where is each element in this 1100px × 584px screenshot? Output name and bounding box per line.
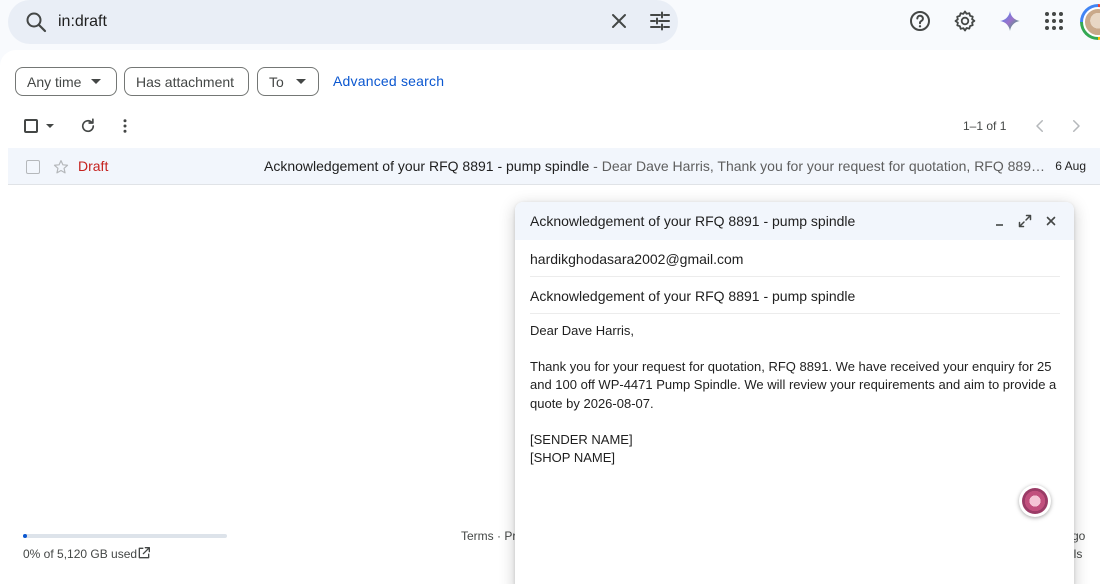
storage-bar-fill [23,534,28,538]
external-link-icon[interactable] [136,545,152,561]
row-sender: Draft [78,158,109,174]
to-label: To [269,73,284,90]
recipient-chip: hardikghodasara2002@gmail.com [530,251,744,267]
chevron-down-icon [91,79,102,84]
recipients-field[interactable]: hardikghodasara2002@gmail.com [530,240,1060,277]
row-subject: Acknowledgement of your RFQ 8891 - pump … [264,158,590,174]
chevron-down-icon [295,79,306,84]
advanced-search-link[interactable]: Advanced search [333,73,444,89]
body-shop-name: [SHOP NAME] [530,450,616,466]
row-subject-line: Acknowledgement of your RFQ 8891 - pump … [264,158,1045,174]
gemini-icon[interactable] [998,9,1022,33]
search-options-icon[interactable] [648,9,672,33]
minimize-icon[interactable] [992,213,1008,229]
select-options-chevron-icon[interactable] [46,124,54,128]
search-bar[interactable] [8,0,678,44]
footer-terms-link[interactable]: Terms · Pri [461,529,519,543]
avatar-image [1083,7,1100,37]
compose-header[interactable]: Acknowledgement of your RFQ 8891 - pump … [515,202,1074,240]
body-paragraph: Thank you for your request for quotation… [530,359,1057,411]
search-input[interactable] [58,8,578,36]
has-attachment-label: Has attachment [136,73,235,90]
has-attachment-filter[interactable]: Has attachment [124,67,249,96]
any-time-label: Any time [27,73,82,90]
row-checkbox[interactable] [26,160,40,174]
pagination-count: 1–1 of 1 [963,119,1007,133]
assistant-badge-image [1022,488,1048,514]
table-row[interactable]: Draft Acknowledgement of your RFQ 8891 -… [8,148,1100,185]
search-icon[interactable] [24,10,48,34]
message-body[interactable]: Dear Dave Harris, Thank you for your req… [530,322,1060,467]
apps-grid-icon[interactable] [1042,9,1066,33]
row-date: 6 Aug [1055,159,1086,173]
storage-bar [23,534,227,538]
subject-value: Acknowledgement of your RFQ 8891 - pump … [530,288,856,304]
more-options-icon[interactable] [116,117,134,135]
any-time-filter[interactable]: Any time [15,67,117,96]
compose-title: Acknowledgement of your RFQ 8891 - pump … [530,213,856,229]
compose-window[interactable]: Acknowledgement of your RFQ 8891 - pump … [515,202,1074,584]
chevron-left-icon[interactable] [1031,117,1049,135]
footer-activity-text: go [1072,529,1086,543]
row-snippet: - Dear Dave Harris, Thank you for your r… [589,158,1045,174]
close-icon[interactable] [1043,213,1059,229]
body-greeting: Dear Dave Harris, [530,323,635,338]
select-all-checkbox[interactable] [24,119,38,133]
star-icon[interactable] [52,158,70,176]
subject-field[interactable]: Acknowledgement of your RFQ 8891 - pump … [530,277,1060,314]
help-icon[interactable] [908,9,932,33]
expand-icon[interactable] [1017,213,1033,229]
storage-usage-text: 0% of 5,120 GB used [23,547,138,561]
gear-icon[interactable] [953,9,977,33]
assistant-badge[interactable] [1019,485,1051,517]
to-filter[interactable]: To [257,67,319,96]
refresh-icon[interactable] [79,117,97,135]
chevron-right-icon[interactable] [1067,117,1085,135]
body-sender-name: [SENDER NAME] [530,431,633,447]
close-icon[interactable] [607,9,631,33]
avatar[interactable] [1080,4,1100,40]
